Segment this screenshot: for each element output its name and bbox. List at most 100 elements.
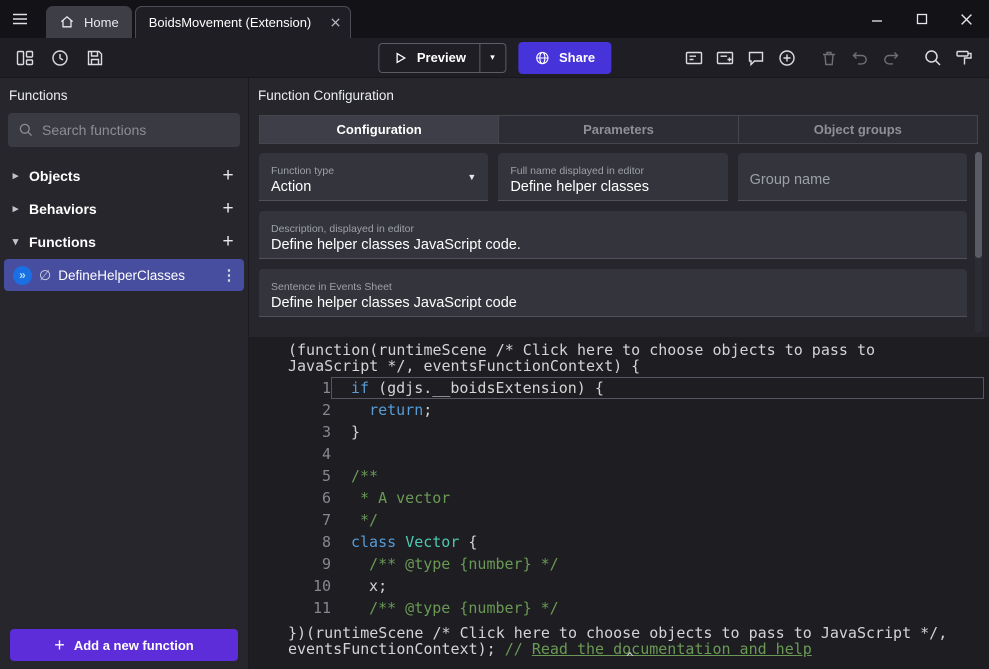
code-line[interactable]: 6 * A vector: [249, 487, 989, 509]
plus-icon: +: [54, 635, 65, 656]
code-line[interactable]: 11 /** @type {number} */: [249, 597, 989, 619]
theme-button[interactable]: [951, 45, 977, 71]
line-content[interactable]: [331, 443, 989, 465]
tab-home[interactable]: Home: [46, 6, 132, 38]
line-content[interactable]: class Vector {: [331, 531, 989, 553]
add-more-events-button[interactable]: [774, 45, 800, 71]
theme-brush-icon: [954, 48, 974, 68]
main-toolbar: Preview ▾ Share: [0, 38, 989, 78]
line-number: 10: [249, 575, 331, 597]
code-line[interactable]: 8class Vector {: [249, 531, 989, 553]
code-line[interactable]: 10 x;: [249, 575, 989, 597]
line-number: 3: [249, 421, 331, 443]
line-content[interactable]: /**: [331, 465, 989, 487]
add-new-function-label: Add a new function: [74, 638, 194, 653]
history-button[interactable]: [47, 45, 73, 71]
code-line[interactable]: 2 return;: [249, 399, 989, 421]
tree-functions-label: Functions: [29, 234, 96, 250]
redo-button[interactable]: [878, 45, 904, 71]
tree-objects-label: Objects: [29, 168, 80, 184]
documentation-link[interactable]: Read the documentation and help: [532, 640, 812, 658]
project-manager-button[interactable]: [12, 45, 38, 71]
preview-dropdown-button[interactable]: ▾: [479, 44, 505, 72]
line-content[interactable]: }: [331, 421, 989, 443]
sidebar-item-behaviors[interactable]: ▸ Behaviors +: [0, 192, 248, 225]
sentence-label: Sentence in Events Sheet: [271, 281, 955, 293]
hamburger-menu-button[interactable]: [0, 0, 40, 38]
function-name-label: DefineHelperClasses: [58, 268, 185, 283]
add-object-button[interactable]: +: [216, 165, 240, 187]
minimize-button[interactable]: [854, 0, 899, 38]
undo-icon: [850, 48, 870, 68]
tab-close-icon[interactable]: [330, 17, 341, 28]
functions-sidebar: Functions ▸ Objects + ▸ Behaviors + ▾ Fu…: [0, 78, 248, 669]
content-area: Functions ▸ Objects + ▸ Behaviors + ▾ Fu…: [0, 78, 989, 669]
group-name-field[interactable]: [738, 153, 967, 201]
undo-button[interactable]: [847, 45, 873, 71]
code-line[interactable]: 3}: [249, 421, 989, 443]
sidebar-item-functions[interactable]: ▾ Functions +: [0, 225, 248, 258]
code-editor[interactable]: (function(runtimeScene /* Click here to …: [249, 337, 989, 669]
line-content[interactable]: x;: [331, 575, 989, 597]
description-field[interactable]: Description, displayed in editor Define …: [259, 211, 967, 259]
window-controls: [854, 0, 989, 38]
save-button[interactable]: [82, 45, 108, 71]
delete-button[interactable]: [816, 45, 842, 71]
search-box[interactable]: [8, 113, 240, 147]
line-content[interactable]: /** @type {number} */: [331, 553, 989, 575]
redo-icon: [881, 48, 901, 68]
add-event-button[interactable]: [681, 45, 707, 71]
tab-parameters[interactable]: Parameters: [499, 116, 738, 143]
add-behavior-button[interactable]: +: [216, 198, 240, 220]
maximize-button[interactable]: [899, 0, 944, 38]
code-line[interactable]: 9 /** @type {number} */: [249, 553, 989, 575]
line-number: 8: [249, 531, 331, 553]
search-functions-input[interactable]: [42, 122, 230, 138]
save-icon: [85, 48, 105, 68]
home-icon: [59, 14, 75, 30]
line-number: 11: [249, 597, 331, 619]
sidebar-item-objects[interactable]: ▸ Objects +: [0, 159, 248, 192]
code-line[interactable]: 5/**: [249, 465, 989, 487]
full-name-field[interactable]: Full name displayed in editor Define hel…: [498, 153, 727, 201]
code-editor-footer[interactable]: })(runtimeScene /* Click here to choose …: [249, 619, 989, 657]
tree-behaviors-label: Behaviors: [29, 201, 97, 217]
form-scrollbar-thumb[interactable]: [975, 152, 982, 258]
function-options-menu-button[interactable]: ⋮: [220, 266, 238, 284]
select-caret-icon: ▼: [467, 172, 476, 182]
search-button[interactable]: [920, 45, 946, 71]
trash-icon: [819, 48, 839, 68]
line-number: 4: [249, 443, 331, 465]
app-window: Home BoidsMovement (Extension): [0, 0, 989, 669]
add-function-plus-button[interactable]: +: [216, 231, 240, 253]
line-content[interactable]: /** @type {number} */: [331, 597, 989, 619]
code-line[interactable]: 1if (gdjs.__boidsExtension) {: [249, 377, 989, 399]
function-type-label: Function type: [271, 165, 476, 177]
line-number: 5: [249, 465, 331, 487]
add-comment-button[interactable]: [743, 45, 769, 71]
add-new-function-button[interactable]: + Add a new function: [10, 629, 238, 661]
code-line[interactable]: 7 */: [249, 509, 989, 531]
close-button[interactable]: [944, 0, 989, 38]
line-content[interactable]: * A vector: [331, 487, 989, 509]
preview-button-main[interactable]: Preview: [379, 44, 479, 72]
code-line[interactable]: 4: [249, 443, 989, 465]
code-editor-header[interactable]: (function(runtimeScene /* Click here to …: [249, 342, 989, 377]
share-button[interactable]: Share: [518, 42, 611, 74]
preview-button[interactable]: Preview ▾: [378, 43, 506, 73]
line-content[interactable]: if (gdjs.__boidsExtension) {: [331, 377, 984, 399]
tab-object-groups[interactable]: Object groups: [739, 116, 977, 143]
form-row-1: Function type Action ▼ Full name display…: [259, 153, 967, 201]
function-type-select[interactable]: Function type Action ▼: [259, 153, 488, 201]
function-configuration-panel: Function Configuration Configuration Par…: [248, 78, 989, 669]
play-icon: [392, 50, 408, 66]
group-name-input[interactable]: [750, 172, 955, 188]
line-content[interactable]: */: [331, 509, 989, 531]
sentence-field[interactable]: Sentence in Events Sheet Define helper c…: [259, 269, 967, 317]
tab-configuration[interactable]: Configuration: [260, 116, 499, 143]
add-subevent-button[interactable]: [712, 45, 738, 71]
tab-extension[interactable]: BoidsMovement (Extension): [135, 6, 352, 38]
line-content[interactable]: return;: [331, 399, 989, 421]
function-list-item-selected[interactable]: » ∅ DefineHelperClasses ⋮: [4, 259, 244, 291]
chevron-down-icon: ▾: [490, 52, 495, 63]
